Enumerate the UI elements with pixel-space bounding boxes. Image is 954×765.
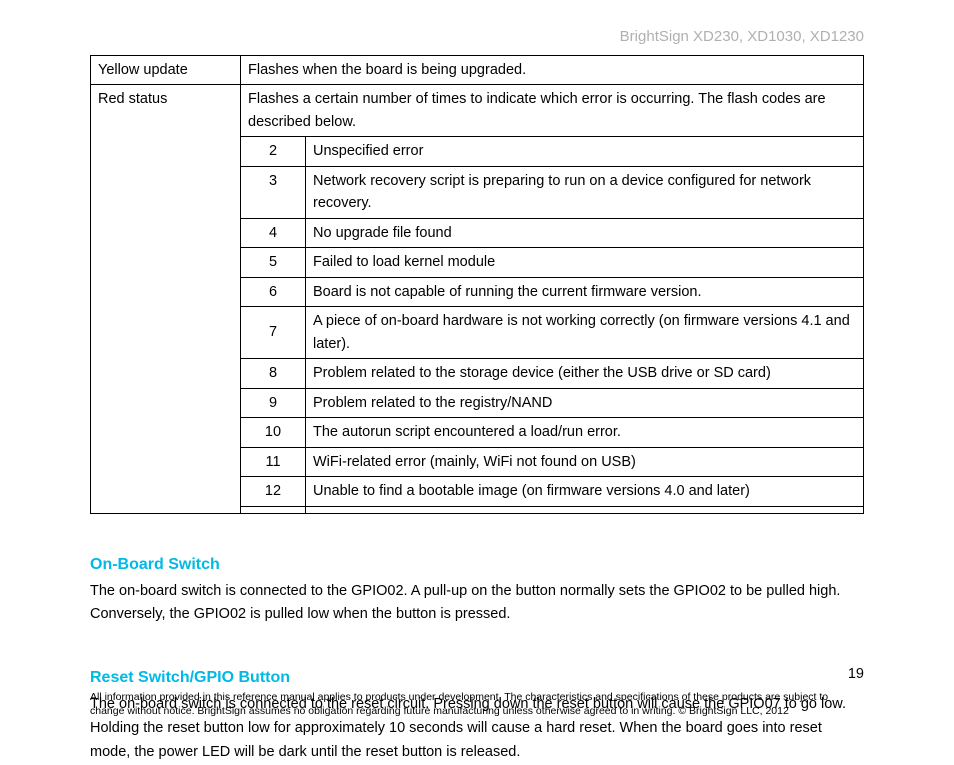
code-desc: Problem related to the registry/NAND (306, 388, 864, 417)
section-body: The on-board switch is connected to the … (90, 580, 864, 628)
table-row: Yellow update Flashes when the board is … (91, 56, 864, 85)
code-num: 11 (241, 447, 306, 476)
section-heading-reset-switch: Reset Switch/GPIO Button (90, 669, 864, 687)
code-desc: Unspecified error (306, 137, 864, 166)
row-desc: Flashes when the board is being upgraded… (241, 56, 864, 85)
footer-text: All information provided in this referen… (90, 690, 864, 718)
code-desc: WiFi-related error (mainly, WiFi not fou… (306, 447, 864, 476)
code-desc: Problem related to the storage device (e… (306, 359, 864, 388)
code-desc: Failed to load kernel module (306, 248, 864, 277)
row-desc: Flashes a certain number of times to ind… (241, 85, 864, 137)
code-desc: A piece of on-board hardware is not work… (306, 307, 864, 359)
code-num: 10 (241, 418, 306, 447)
code-num: 12 (241, 477, 306, 506)
code-num: 8 (241, 359, 306, 388)
status-table: Yellow update Flashes when the board is … (90, 55, 864, 514)
code-desc (306, 506, 864, 513)
code-num (241, 506, 306, 513)
code-num: 4 (241, 218, 306, 247)
row-name: Red status (91, 85, 241, 513)
table-row: Red status Flashes a certain number of t… (91, 85, 864, 137)
code-desc: Unable to find a bootable image (on firm… (306, 477, 864, 506)
code-desc: The autorun script encountered a load/ru… (306, 418, 864, 447)
header-models: BrightSign XD230, XD1030, XD1230 (90, 28, 864, 45)
row-name: Yellow update (91, 56, 241, 85)
code-desc: Board is not capable of running the curr… (306, 277, 864, 306)
code-num: 2 (241, 137, 306, 166)
code-desc: No upgrade file found (306, 218, 864, 247)
page-number: 19 (848, 666, 864, 682)
code-num: 9 (241, 388, 306, 417)
section-heading-on-board-switch: On-Board Switch (90, 556, 864, 574)
code-desc: Network recovery script is preparing to … (306, 166, 864, 218)
code-num: 5 (241, 248, 306, 277)
code-num: 3 (241, 166, 306, 218)
code-num: 7 (241, 307, 306, 359)
code-num: 6 (241, 277, 306, 306)
